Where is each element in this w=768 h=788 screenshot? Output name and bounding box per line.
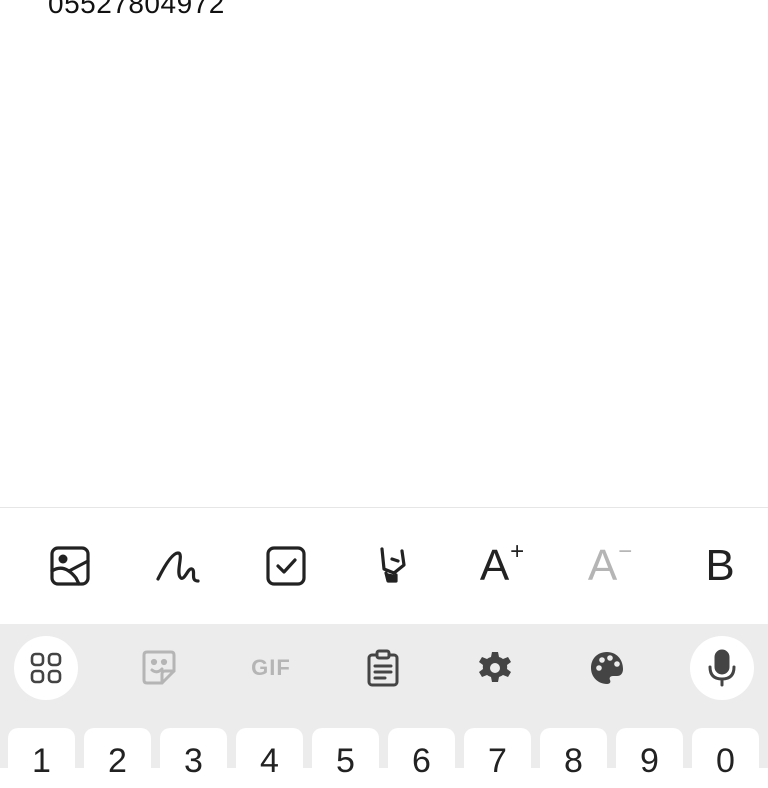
bold-button[interactable]: B — [690, 538, 750, 594]
settings-gear-icon — [479, 652, 511, 682]
key-7[interactable]: 7 — [464, 728, 531, 788]
bold-label: B — [705, 541, 735, 590]
key-2[interactable]: 2 — [84, 728, 151, 788]
palette-icon — [591, 652, 623, 684]
minus-sign: − — [618, 538, 633, 565]
note-body-text[interactable]: 05527804972 — [48, 0, 225, 20]
gif-icon: GIF — [251, 655, 291, 680]
apps-grid-button[interactable] — [14, 636, 78, 700]
key-3[interactable]: 3 — [160, 728, 227, 788]
sticker-icon — [142, 650, 176, 685]
apps-grid-icon — [30, 652, 62, 684]
keyboard: GIF 1 2 3 4 5 6 7 8 9 0 — [0, 624, 768, 788]
increase-font-label: A — [479, 541, 510, 590]
settings-button[interactable] — [463, 636, 527, 700]
sticker-button[interactable] — [127, 636, 191, 700]
key-0[interactable]: 0 — [692, 728, 759, 788]
insert-image-button[interactable] — [40, 538, 100, 594]
scribble-icon — [156, 551, 200, 583]
handwriting-button[interactable] — [148, 538, 208, 594]
decrease-font-button[interactable]: A − — [580, 538, 640, 594]
key-9[interactable]: 9 — [616, 728, 683, 788]
gif-button[interactable]: GIF — [239, 636, 303, 700]
key-5[interactable]: 5 — [312, 728, 379, 788]
theme-button[interactable] — [575, 636, 639, 700]
voice-input-button[interactable] — [690, 636, 754, 700]
key-1[interactable]: 1 — [8, 728, 75, 788]
key-4[interactable]: 4 — [236, 728, 303, 788]
checkbox-button[interactable] — [256, 538, 316, 594]
key-6[interactable]: 6 — [388, 728, 455, 788]
checkbox-icon — [266, 546, 306, 586]
highlighter-icon — [380, 547, 406, 583]
highlighter-button[interactable] — [364, 538, 424, 594]
plus-sign: + — [510, 538, 525, 565]
clipboard-icon — [367, 649, 399, 687]
decrease-font-label: A — [587, 541, 618, 590]
microphone-icon — [708, 649, 736, 687]
key-8[interactable]: 8 — [540, 728, 607, 788]
increase-font-button[interactable]: A + — [472, 538, 532, 594]
formatting-toolbar: A + A − B — [0, 508, 768, 624]
clipboard-button[interactable] — [351, 636, 415, 700]
image-icon — [50, 546, 90, 586]
